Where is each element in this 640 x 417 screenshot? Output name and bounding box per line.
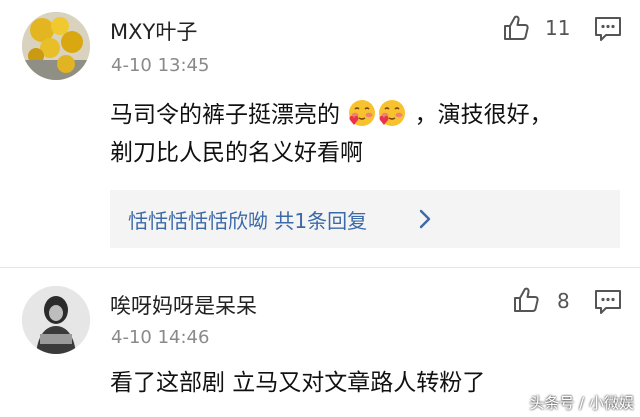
comment-text: 马司令的裤子挺漂亮的 ，演技很好， 剃刀比人民的名义好看啊 <box>110 96 553 172</box>
thumbs-up-icon[interactable] <box>512 286 540 314</box>
blushing-emoji-icon <box>379 100 406 126</box>
comment-line-1: 马司令的裤子挺漂亮的 ，演技很好， <box>110 96 553 134</box>
blushing-emoji-icon <box>349 100 376 126</box>
like-count: 11 <box>545 16 571 40</box>
username[interactable]: 唉呀妈呀是呆呆 <box>110 290 257 320</box>
timestamp: 4-10 14:46 <box>111 327 210 348</box>
avatar[interactable] <box>22 12 90 80</box>
thumbs-up-icon[interactable] <box>502 14 530 42</box>
comment-reply-icon[interactable] <box>594 289 622 315</box>
watermark: 头条号 / 小微娱 <box>529 394 634 412</box>
chevron-right-icon <box>419 209 431 229</box>
comment-text-part: ，演技很好， <box>414 102 553 128</box>
timestamp: 4-10 13:45 <box>111 55 210 76</box>
comment-item: MXY叶子 4-10 13:45 11 马司令的裤子挺漂亮的 ，演技很好， 剃刀… <box>0 0 640 268</box>
comment-line-1: 看了这部剧 立马又对文章路人转粉了 <box>110 370 486 396</box>
comment-reply-icon[interactable] <box>594 16 622 42</box>
username[interactable]: MXY叶子 <box>110 16 197 46</box>
comment-text-part: 马司令的裤子挺漂亮的 <box>110 102 340 128</box>
avatar[interactable] <box>22 286 90 354</box>
like-count: 8 <box>557 289 570 313</box>
replies-link[interactable]: 恬恬恬恬恬欣呦 共1条回复 <box>128 205 367 234</box>
replies-preview[interactable]: 恬恬恬恬恬欣呦 共1条回复 <box>110 190 620 248</box>
comment-line-2: 剃刀比人民的名义好看啊 <box>110 140 363 166</box>
comment-text: 看了这部剧 立马又对文章路人转粉了 <box>110 364 485 402</box>
